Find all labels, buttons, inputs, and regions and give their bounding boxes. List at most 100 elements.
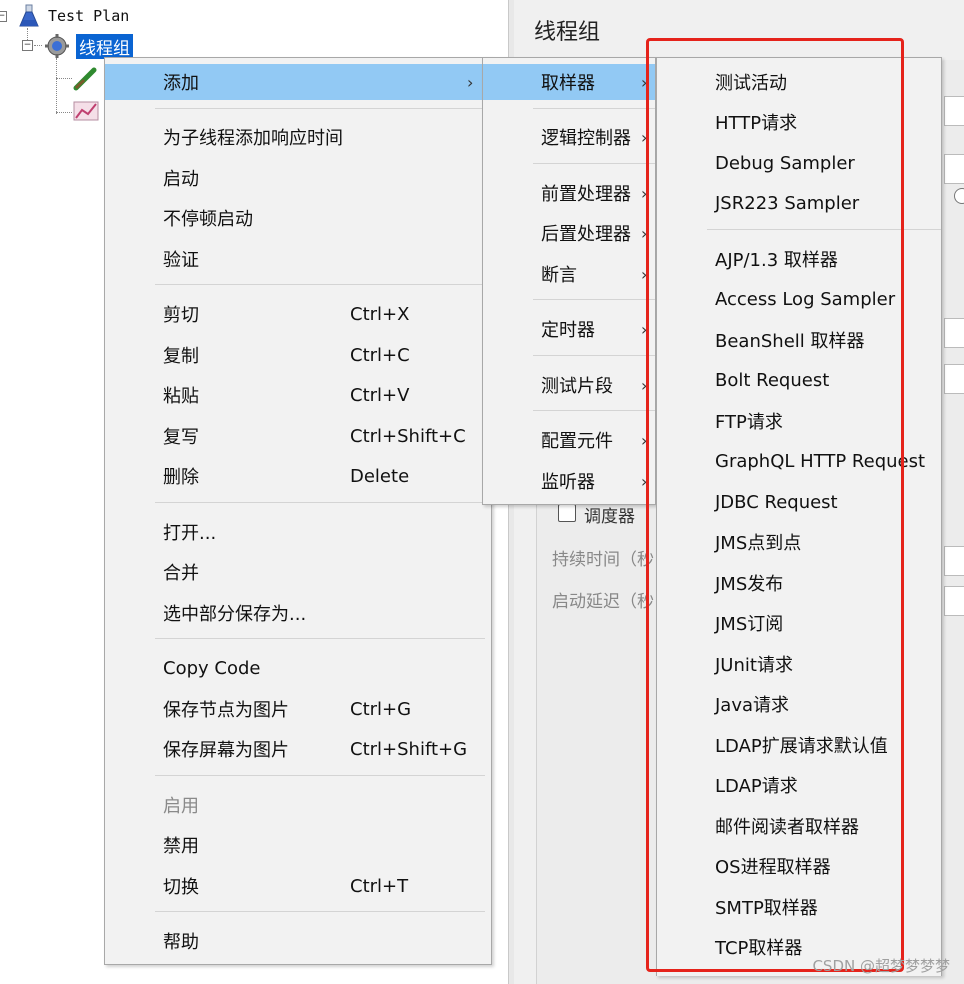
menu-item-label: JDBC Request: [715, 491, 838, 513]
duration-label: 持续时间（秒: [552, 550, 654, 570]
menu-item-duplicate[interactable]: 复写 Ctrl+Shift+C: [105, 418, 491, 454]
sampler-item-bolt-request[interactable]: Bolt Request: [657, 362, 941, 398]
sampler-item-smtp-sampler[interactable]: SMTP取样器: [657, 889, 941, 925]
sampler-item-os-process-sampler[interactable]: OS进程取样器: [657, 848, 941, 884]
sampler-item-http-request[interactable]: HTTP请求: [657, 104, 941, 140]
menu-item-save-selection-as[interactable]: 选中部分保存为...: [105, 595, 491, 631]
gear-icon: [45, 34, 69, 58]
menu-item-label: FTP请求: [715, 412, 783, 433]
tree-node-thread-group[interactable]: 线程组: [44, 33, 133, 59]
submenu-item-config-element[interactable]: 配置元件 ›: [483, 422, 655, 458]
submenu-item-logic-controller[interactable]: 逻辑控制器 ›: [483, 119, 655, 155]
sampler-item-debug-sampler[interactable]: Debug Sampler: [657, 145, 941, 181]
sampler-item-jms-subscriber[interactable]: JMS订阅: [657, 605, 941, 641]
menu-item-toggle[interactable]: 切换 Ctrl+T: [105, 868, 491, 904]
tree-node-test-plan[interactable]: Test Plan: [18, 3, 129, 29]
chevron-right-icon: ›: [641, 430, 648, 450]
radio-button[interactable]: [954, 188, 964, 204]
menu-item-label: GraphQL HTTP Request: [715, 450, 926, 472]
menu-item-shortcut: Ctrl+Shift+C: [350, 425, 466, 447]
collapse-root-icon[interactable]: −: [0, 11, 7, 22]
menu-item-label: JUnit请求: [715, 655, 793, 676]
menu-item-label: 添加: [163, 73, 199, 94]
sampler-item-ftp-request[interactable]: FTP请求: [657, 403, 941, 439]
menu-item-add-response-time[interactable]: 为子线程添加响应时间: [105, 119, 491, 155]
menu-item-label: Java请求: [715, 695, 790, 716]
menu-item-validate[interactable]: 验证: [105, 241, 491, 277]
menu-item-label: 粘贴: [163, 386, 199, 407]
menu-item-shortcut: Ctrl+T: [350, 875, 409, 897]
menu-item-merge[interactable]: 合并: [105, 554, 491, 590]
menu-item-start[interactable]: 启动: [105, 160, 491, 196]
menu-item-label: 测试片段: [541, 376, 613, 397]
menu-item-start-no-pauses[interactable]: 不停顿启动: [105, 200, 491, 236]
menu-item-label: 保存屏幕为图片: [163, 740, 289, 761]
menu-item-label: 后置处理器: [541, 224, 631, 245]
menu-item-label: 保存节点为图片: [163, 700, 289, 721]
scheduler-field[interactable]: [944, 546, 964, 576]
menu-item-label: 监听器: [541, 472, 595, 493]
chevron-right-icon: ›: [641, 471, 648, 491]
menu-item-label: LDAP扩展请求默认值: [715, 736, 888, 757]
chevron-right-icon: ›: [641, 319, 648, 339]
menu-item-label: 定时器: [541, 320, 595, 341]
menu-item-save-node-as-image[interactable]: 保存节点为图片 Ctrl+G: [105, 691, 491, 727]
sampler-item-jms-publisher[interactable]: JMS发布: [657, 565, 941, 601]
sampler-item-jsr223-sampler[interactable]: JSR223 Sampler: [657, 185, 941, 221]
sampler-item-ldap-extended-defaults[interactable]: LDAP扩展请求默认值: [657, 727, 941, 763]
scheduler-checkbox[interactable]: [558, 504, 576, 522]
menu-item-delete[interactable]: 删除 Delete: [105, 458, 491, 494]
menu-item-add[interactable]: 添加 ›: [105, 64, 491, 100]
watermark: CSDN @超梦梦梦梦: [812, 957, 950, 975]
menu-item-save-screen-as-image[interactable]: 保存屏幕为图片 Ctrl+Shift+G: [105, 731, 491, 767]
duration-field[interactable]: [944, 586, 964, 616]
menu-item-label: 选中部分保存为...: [163, 604, 307, 625]
menu-item-label: JMS发布: [715, 574, 784, 595]
menu-item-label: 测试活动: [715, 73, 787, 94]
comment-field[interactable]: [944, 154, 964, 184]
sampler-item-ldap-request[interactable]: LDAP请求: [657, 767, 941, 803]
sampler-item-mail-reader-sampler[interactable]: 邮件阅读者取样器: [657, 808, 941, 844]
submenu-item-post-processor[interactable]: 后置处理器 ›: [483, 215, 655, 251]
sampler-item-jms-point-to-point[interactable]: JMS点到点: [657, 524, 941, 560]
menu-item-label: Access Log Sampler: [715, 288, 896, 310]
sampler-item-junit-request[interactable]: JUnit请求: [657, 646, 941, 682]
sampler-item-graphql-http-request[interactable]: GraphQL HTTP Request: [657, 443, 941, 479]
menu-item-label: 合并: [163, 563, 199, 584]
menu-item-label: Copy Code: [163, 657, 261, 679]
menu-item-disable[interactable]: 禁用: [105, 827, 491, 863]
pipette-icon[interactable]: [72, 64, 102, 92]
sampler-item-test-activity[interactable]: 测试活动: [657, 64, 941, 100]
chevron-right-icon: ›: [641, 223, 648, 243]
submenu-item-sampler[interactable]: 取样器 ›: [483, 64, 655, 100]
name-field[interactable]: [944, 96, 964, 126]
menu-item-label: 为子线程添加响应时间: [163, 128, 343, 149]
graph-results-icon[interactable]: [72, 98, 102, 124]
sampler-item-access-log-sampler[interactable]: Access Log Sampler: [657, 281, 941, 317]
sampler-item-java-request[interactable]: Java请求: [657, 686, 941, 722]
menu-item-open[interactable]: 打开...: [105, 514, 491, 550]
menu-item-copy-code[interactable]: Copy Code: [105, 650, 491, 686]
submenu-item-assertion[interactable]: 断言 ›: [483, 256, 655, 292]
sampler-item-jdbc-request[interactable]: JDBC Request: [657, 484, 941, 520]
threads-field[interactable]: [944, 318, 964, 348]
menu-item-cut[interactable]: 剪切 Ctrl+X: [105, 296, 491, 332]
menu-item-label: Bolt Request: [715, 369, 830, 391]
menu-item-paste[interactable]: 粘贴 Ctrl+V: [105, 377, 491, 413]
submenu-item-test-fragment[interactable]: 测试片段 ›: [483, 367, 655, 403]
submenu-item-pre-processor[interactable]: 前置处理器 ›: [483, 175, 655, 211]
submenu-item-listener[interactable]: 监听器 ›: [483, 463, 655, 499]
menu-item-label: 配置元件: [541, 431, 613, 452]
rampup-field[interactable]: [944, 364, 964, 394]
menu-item-label: 启动: [163, 169, 199, 190]
chevron-right-icon: ›: [641, 183, 648, 203]
menu-item-label: 断言: [541, 265, 577, 286]
sampler-item-ajp-sampler[interactable]: AJP/1.3 取样器: [657, 241, 941, 277]
menu-item-help[interactable]: 帮助: [105, 923, 491, 959]
menu-item-label: 复制: [163, 346, 199, 367]
menu-item-copy[interactable]: 复制 Ctrl+C: [105, 337, 491, 373]
collapse-thread-group-icon[interactable]: −: [22, 40, 33, 51]
sampler-item-beanshell-sampler[interactable]: BeanShell 取样器: [657, 322, 941, 358]
submenu-item-timer[interactable]: 定时器 ›: [483, 311, 655, 347]
menu-item-label: 邮件阅读者取样器: [715, 817, 859, 838]
